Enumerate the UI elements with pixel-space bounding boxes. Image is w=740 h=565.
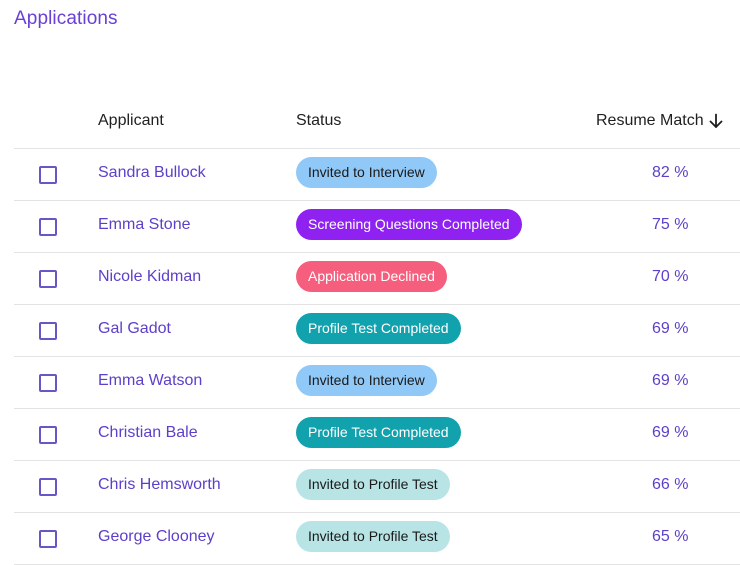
status-badge: Invited to Profile Test xyxy=(296,521,450,552)
applicant-name-link[interactable]: Emma Watson xyxy=(98,372,202,390)
applicant-name-link[interactable]: Emma Stone xyxy=(98,216,190,234)
applicant-name-link[interactable]: Sandra Bullock xyxy=(98,164,206,182)
column-header-resume-match[interactable]: Resume Match xyxy=(596,112,724,130)
applications-table: Applicant Status Resume Match Sandra Bul… xyxy=(14,96,740,565)
row-checkbox[interactable] xyxy=(39,426,57,444)
column-header-status: Status xyxy=(296,112,342,129)
row-checkbox[interactable] xyxy=(39,374,57,392)
table-row: Gal Gadot Profile Test Completed 69 % xyxy=(14,305,740,357)
row-checkbox[interactable] xyxy=(39,218,57,236)
resume-match-value: 65 % xyxy=(652,528,689,545)
table-row: Emma Watson Invited to Interview 69 % xyxy=(14,357,740,409)
row-checkbox[interactable] xyxy=(39,322,57,340)
resume-match-value: 69 % xyxy=(652,372,689,389)
resume-match-value: 69 % xyxy=(652,424,689,441)
applicant-name-link[interactable]: Christian Bale xyxy=(98,424,198,442)
table-row: Christian Bale Profile Test Completed 69… xyxy=(14,409,740,461)
status-badge: Screening Questions Completed xyxy=(296,209,522,240)
row-checkbox[interactable] xyxy=(39,270,57,288)
table-body: Sandra Bullock Invited to Interview 82 %… xyxy=(14,149,740,565)
status-badge: Application Declined xyxy=(296,261,447,292)
resume-match-value: 75 % xyxy=(652,216,689,233)
resume-match-value: 70 % xyxy=(652,268,689,285)
applicant-name-link[interactable]: Gal Gadot xyxy=(98,320,171,338)
row-checkbox[interactable] xyxy=(39,530,57,548)
resume-match-value: 66 % xyxy=(652,476,689,493)
column-header-applicant: Applicant xyxy=(98,112,164,129)
page-title: Applications xyxy=(14,8,118,29)
status-badge: Profile Test Completed xyxy=(296,417,461,448)
column-header-resume-match-label: Resume Match xyxy=(596,112,704,129)
resume-match-value: 69 % xyxy=(652,320,689,337)
applicant-name-link[interactable]: Nicole Kidman xyxy=(98,268,201,286)
table-row: Chris Hemsworth Invited to Profile Test … xyxy=(14,461,740,513)
table-row: Nicole Kidman Application Declined 70 % xyxy=(14,253,740,305)
status-badge: Profile Test Completed xyxy=(296,313,461,344)
arrow-down-icon[interactable] xyxy=(708,113,724,129)
table-header: Applicant Status Resume Match xyxy=(14,96,740,149)
applicant-name-link[interactable]: Chris Hemsworth xyxy=(98,476,221,494)
resume-match-value: 82 % xyxy=(652,164,689,181)
applicant-name-link[interactable]: George Clooney xyxy=(98,528,215,546)
status-badge: Invited to Interview xyxy=(296,157,437,188)
row-checkbox[interactable] xyxy=(39,478,57,496)
row-checkbox[interactable] xyxy=(39,166,57,184)
table-row: Emma Stone Screening Questions Completed… xyxy=(14,201,740,253)
status-badge: Invited to Profile Test xyxy=(296,469,450,500)
status-badge: Invited to Interview xyxy=(296,365,437,396)
table-row: Sandra Bullock Invited to Interview 82 % xyxy=(14,149,740,201)
table-row: George Clooney Invited to Profile Test 6… xyxy=(14,513,740,565)
